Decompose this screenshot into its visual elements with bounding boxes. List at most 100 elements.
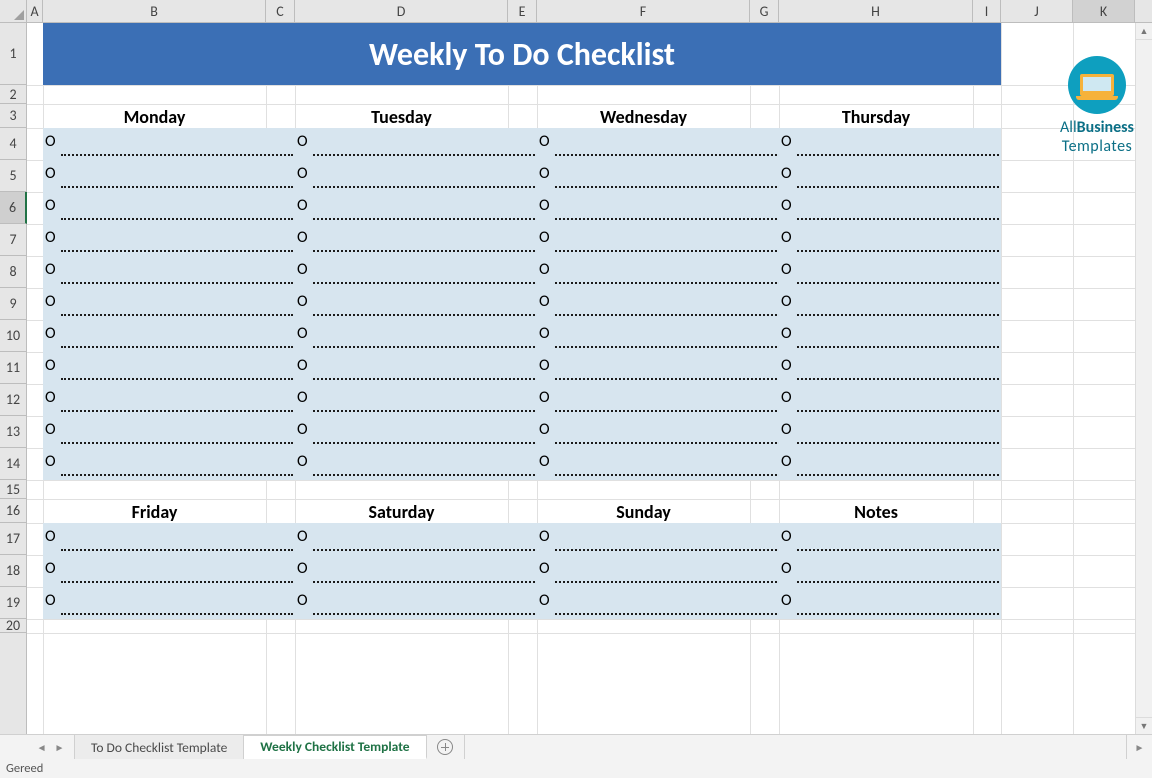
checklist-line[interactable] [61, 218, 293, 220]
checklist-line[interactable] [61, 154, 293, 156]
checklist-line[interactable] [313, 410, 535, 412]
checklist-line[interactable] [313, 282, 535, 284]
checklist-line[interactable] [797, 442, 999, 444]
checklist-line[interactable] [555, 346, 777, 348]
select-all-corner[interactable] [0, 0, 27, 23]
column-header-F[interactable]: F [537, 0, 750, 22]
row-header-13[interactable]: 13 [0, 416, 26, 448]
checklist-line[interactable] [555, 410, 777, 412]
checklist-line[interactable] [61, 314, 293, 316]
new-sheet-button[interactable] [427, 735, 465, 759]
row-header-14[interactable]: 14 [0, 448, 26, 480]
checklist-line[interactable] [313, 250, 535, 252]
row-header-6[interactable]: 6 [0, 192, 27, 224]
checklist-line[interactable] [313, 186, 535, 188]
scroll-down-button[interactable]: ▼ [1136, 717, 1152, 734]
row-header-20[interactable]: 20 [0, 619, 26, 633]
row-header-10[interactable]: 10 [0, 320, 26, 352]
checklist-line[interactable] [313, 218, 535, 220]
checklist-line[interactable] [555, 474, 777, 476]
checklist-line[interactable] [797, 314, 999, 316]
day-header-wednesday: Wednesday [537, 106, 750, 128]
checklist-line[interactable] [555, 250, 777, 252]
checklist-line[interactable] [797, 282, 999, 284]
checklist-line[interactable] [555, 314, 777, 316]
checklist-line[interactable] [61, 186, 293, 188]
checklist-line[interactable] [61, 474, 293, 476]
tab-nav-buttons[interactable]: ◄ ► [27, 735, 75, 759]
checklist-line[interactable] [313, 549, 535, 551]
plus-icon [437, 739, 453, 755]
checklist-line[interactable] [797, 613, 999, 615]
checklist-line[interactable] [313, 346, 535, 348]
row-header-7[interactable]: 7 [0, 224, 26, 256]
scroll-right-button[interactable]: ► [1126, 735, 1152, 760]
sheet-tab-weekly-checklist[interactable]: Weekly Checklist Template [244, 735, 426, 760]
checklist-line[interactable] [797, 474, 999, 476]
bullet: O [295, 529, 308, 545]
checklist-line[interactable] [797, 378, 999, 380]
checklist-line[interactable] [313, 314, 535, 316]
checklist-line[interactable] [61, 410, 293, 412]
checklist-line[interactable] [797, 410, 999, 412]
column-header-I[interactable]: I [973, 0, 1001, 22]
checklist-line[interactable] [797, 346, 999, 348]
checklist-line[interactable] [797, 186, 999, 188]
column-header-G[interactable]: G [750, 0, 779, 22]
checklist-line[interactable] [61, 250, 293, 252]
row-header-9[interactable]: 9 [0, 288, 26, 320]
checklist-line[interactable] [61, 581, 293, 583]
checklist-line[interactable] [313, 474, 535, 476]
checklist-line[interactable] [797, 154, 999, 156]
checklist-line[interactable] [555, 186, 777, 188]
checklist-line[interactable] [797, 549, 999, 551]
checklist-line[interactable] [313, 442, 535, 444]
column-header-B[interactable]: B [43, 0, 266, 22]
checklist-line[interactable] [61, 378, 293, 380]
column-header-K[interactable]: K [1073, 0, 1135, 22]
checklist-line[interactable] [555, 442, 777, 444]
row-header-1[interactable]: 1 [0, 23, 26, 85]
checklist-line[interactable] [61, 442, 293, 444]
column-header-H[interactable]: H [779, 0, 973, 22]
column-header-J[interactable]: J [1001, 0, 1073, 22]
checklist-line[interactable] [797, 218, 999, 220]
checklist-line[interactable] [555, 218, 777, 220]
row-header-2[interactable]: 2 [0, 85, 26, 104]
row-header-15[interactable]: 15 [0, 480, 26, 499]
checklist-line[interactable] [555, 378, 777, 380]
checklist-line[interactable] [313, 378, 535, 380]
checklist-line[interactable] [797, 581, 999, 583]
row-header-5[interactable]: 5 [0, 160, 26, 192]
checklist-line[interactable] [555, 549, 777, 551]
checklist-line[interactable] [313, 581, 535, 583]
row-header-4[interactable]: 4 [0, 128, 26, 160]
column-header-A[interactable]: A [27, 0, 43, 22]
row-header-8[interactable]: 8 [0, 256, 26, 288]
sheet-tab-todo-checklist[interactable]: To Do Checklist Template [75, 735, 244, 759]
row-header-18[interactable]: 18 [0, 555, 26, 587]
column-header-C[interactable]: C [266, 0, 295, 22]
row-header-11[interactable]: 11 [0, 352, 26, 384]
row-header-17[interactable]: 17 [0, 523, 26, 555]
worksheet-area[interactable]: Weekly To Do ChecklistMondayTuesdayWedne… [27, 23, 1152, 734]
checklist-line[interactable] [61, 346, 293, 348]
row-header-19[interactable]: 19 [0, 587, 26, 619]
vertical-scrollbar[interactable]: ▲ ▼ [1135, 23, 1152, 734]
checklist-line[interactable] [555, 613, 777, 615]
row-header-3[interactable]: 3 [0, 104, 26, 128]
checklist-line[interactable] [555, 154, 777, 156]
checklist-line[interactable] [797, 250, 999, 252]
checklist-line[interactable] [61, 282, 293, 284]
row-header-16[interactable]: 16 [0, 499, 26, 523]
row-header-12[interactable]: 12 [0, 384, 26, 416]
checklist-line[interactable] [313, 154, 535, 156]
scroll-up-button[interactable]: ▲ [1136, 23, 1152, 40]
checklist-line[interactable] [61, 549, 293, 551]
column-header-E[interactable]: E [508, 0, 537, 22]
checklist-line[interactable] [555, 581, 777, 583]
column-header-D[interactable]: D [295, 0, 508, 22]
checklist-line[interactable] [313, 613, 535, 615]
checklist-line[interactable] [61, 613, 293, 615]
checklist-line[interactable] [555, 282, 777, 284]
